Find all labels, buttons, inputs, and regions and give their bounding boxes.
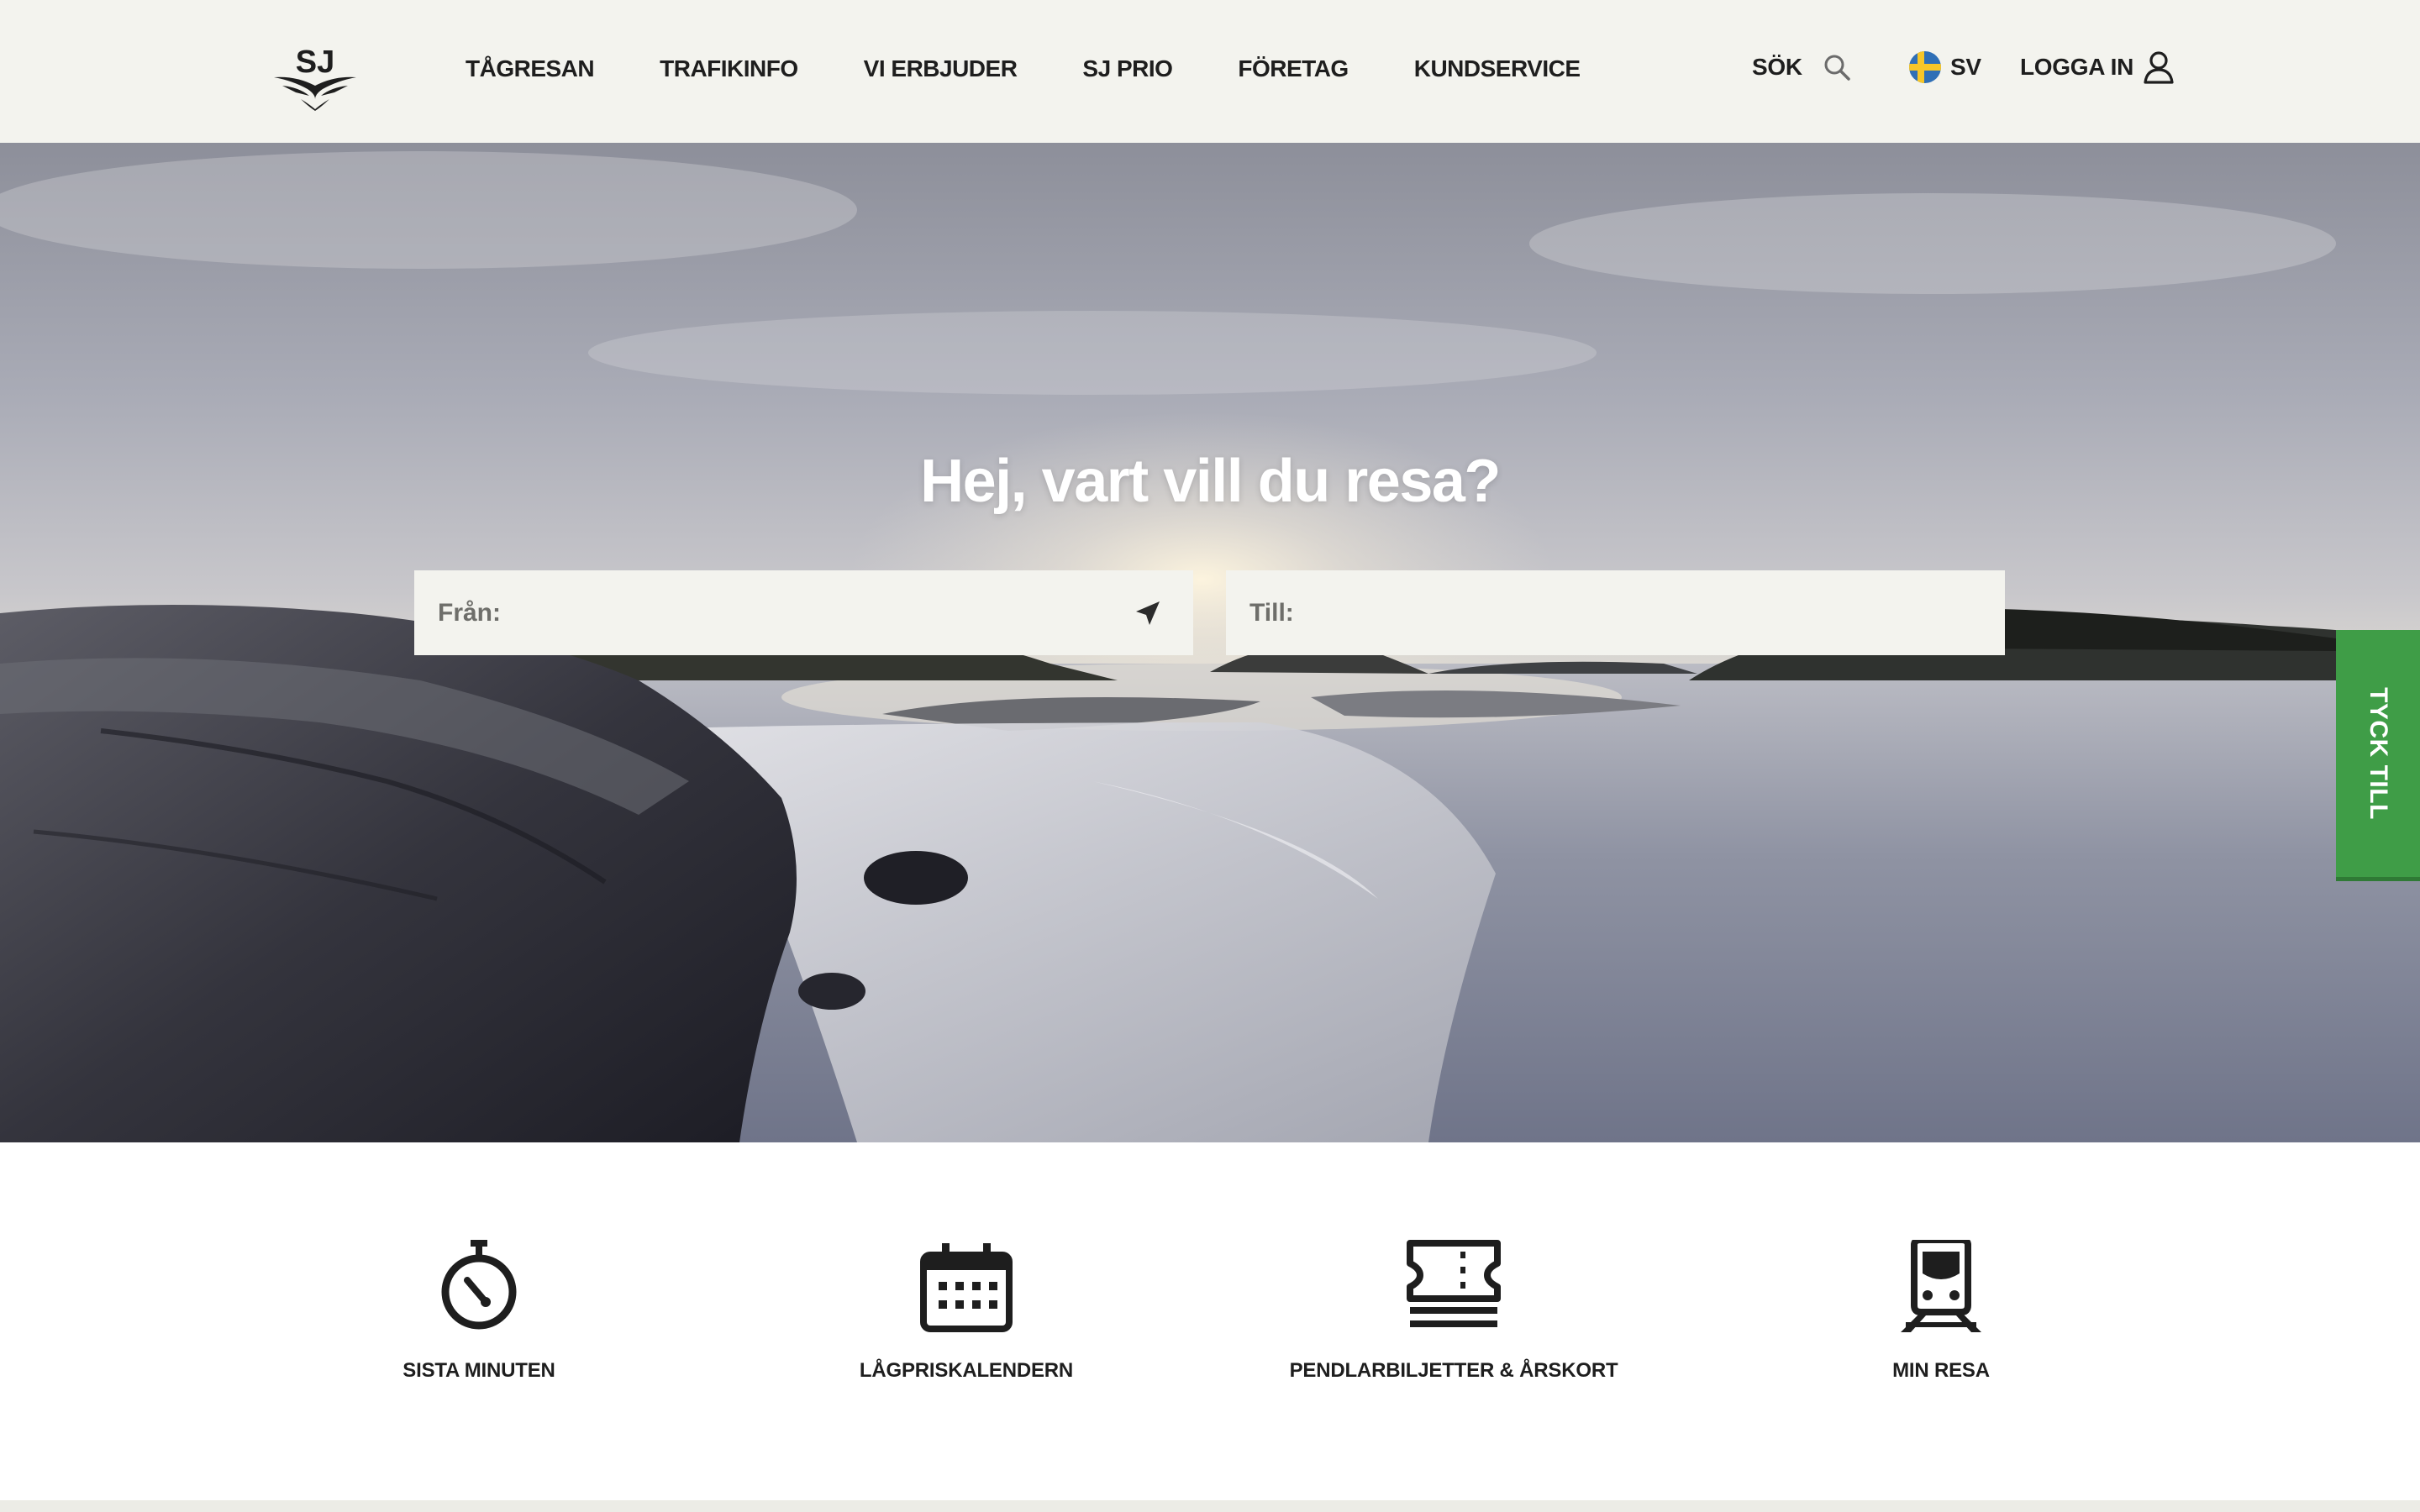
- hero-landscape-image: [0, 143, 2420, 1142]
- from-field[interactable]: Från:: [414, 570, 1193, 655]
- train-icon: [1901, 1240, 1981, 1332]
- search-label: SÖK: [1752, 54, 1802, 80]
- search-button[interactable]: SÖK: [1752, 0, 1851, 134]
- nav-tagresan[interactable]: TÅGRESAN: [466, 55, 595, 82]
- calendar-icon: [920, 1243, 1013, 1332]
- nav-sj-prio[interactable]: SJ PRIO: [1082, 55, 1172, 82]
- from-input[interactable]: [509, 587, 1193, 638]
- quick-link-min-resa[interactable]: MIN RESA: [1765, 1235, 2118, 1394]
- swedish-flag-icon: [1909, 51, 1941, 83]
- tickets-icon: [1407, 1240, 1501, 1327]
- stopwatch-icon: [441, 1240, 517, 1330]
- svg-text:SJ: SJ: [296, 45, 334, 80]
- from-label: Från:: [438, 598, 501, 627]
- location-arrow-icon[interactable]: [1134, 600, 1161, 627]
- to-label: Till:: [1249, 598, 1294, 627]
- quick-link-label: MIN RESA: [1892, 1359, 1990, 1382]
- to-input[interactable]: [1302, 587, 2005, 638]
- language-selector[interactable]: SV: [1908, 0, 1981, 134]
- main-nav: TÅGRESAN TRAFIKINFO VI ERBJUDER SJ PRIO …: [466, 0, 1581, 138]
- feedback-tab[interactable]: TYCK TILL: [2336, 630, 2420, 881]
- quick-link-label: LÅGPRISKALENDERN: [859, 1359, 1074, 1382]
- nav-kundservice[interactable]: KUNDSERVICE: [1414, 55, 1581, 82]
- hero-banner: Hej, vart vill du resa? Från: Till:: [0, 143, 2420, 1142]
- login-label: LOGGA IN: [2020, 54, 2134, 80]
- quick-link-lagpriskalendern[interactable]: LÅGPRISKALENDERN: [790, 1235, 1143, 1394]
- nav-vi-erbjuder[interactable]: VI ERBJUDER: [864, 55, 1018, 82]
- login-button[interactable]: LOGGA IN: [2020, 0, 2177, 134]
- sj-logo-icon: SJ: [274, 45, 356, 111]
- quick-link-label: PENDLARBILJETTER & ÅRSKORT: [1289, 1359, 1618, 1382]
- user-icon: [2144, 51, 2174, 84]
- language-label: SV: [1950, 54, 1981, 80]
- feedback-label: TYCK TILL: [2365, 687, 2392, 820]
- quick-link-label: SISTA MINUTEN: [402, 1359, 555, 1382]
- nav-trafikinfo[interactable]: TRAFIKINFO: [660, 55, 798, 82]
- hero-title: Hej, vart vill du resa?: [920, 448, 1501, 515]
- sj-logo[interactable]: SJ: [271, 44, 360, 111]
- footer-strip: [0, 1500, 2420, 1512]
- search-icon: [1824, 55, 1850, 81]
- quick-link-sista-minuten[interactable]: SISTA MINUTEN: [302, 1235, 655, 1394]
- site-header: SJ TÅGRESAN TRAFIKINFO VI ERBJUDER SJ PR…: [0, 0, 2420, 143]
- quick-link-pendlarbiljetter[interactable]: PENDLARBILJETTER & ÅRSKORT: [1277, 1235, 1630, 1394]
- nav-foretag[interactable]: FÖRETAG: [1238, 55, 1349, 82]
- to-field[interactable]: Till:: [1226, 570, 2005, 655]
